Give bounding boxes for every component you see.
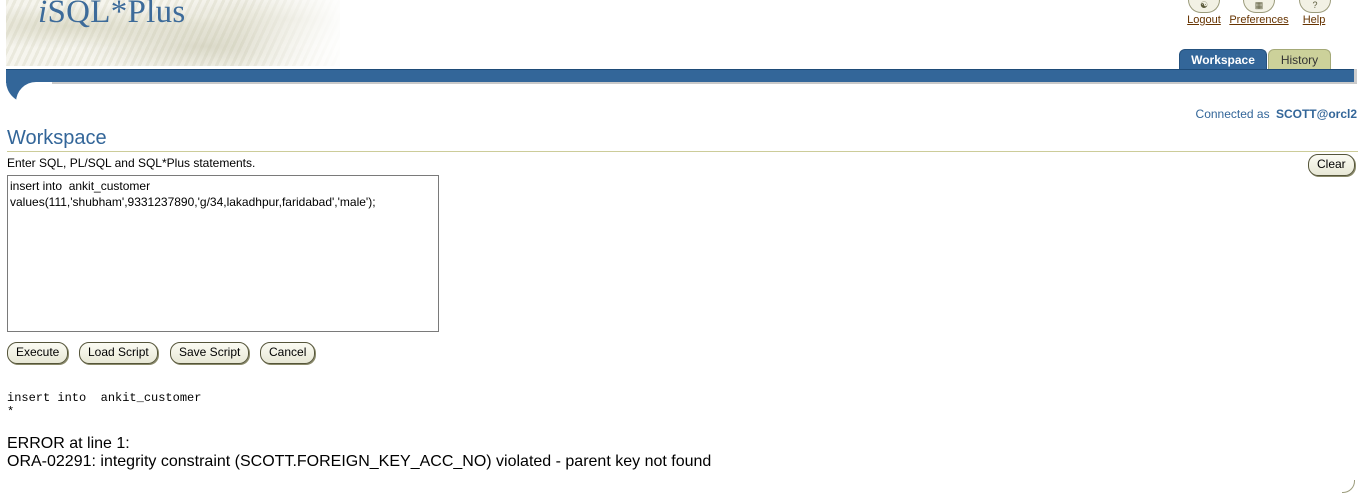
cancel-button[interactable]: Cancel xyxy=(260,342,316,364)
help-link[interactable]: Help xyxy=(1299,14,1329,26)
preferences-link[interactable]: Preferences xyxy=(1229,14,1289,26)
tab-workspace[interactable]: Workspace xyxy=(1179,49,1267,71)
header-bar-shadow xyxy=(52,82,1357,84)
logout-link-group[interactable]: ☯ Logout xyxy=(1186,0,1222,26)
connection-status: Connected as SCOTT@orcl2 xyxy=(1196,107,1357,121)
app-logo: iSQL*Plus xyxy=(38,0,186,31)
save-script-button[interactable]: Save Script xyxy=(170,342,250,364)
execute-button[interactable]: Execute xyxy=(7,342,69,364)
help-link-group[interactable]: ? Help xyxy=(1299,0,1331,26)
connection-prefix: Connected as xyxy=(1195,107,1270,121)
logout-link[interactable]: Logout xyxy=(1186,14,1222,26)
footer-corner-decoration xyxy=(1342,480,1355,493)
logo-fade xyxy=(240,0,350,66)
instructions-text: Enter SQL, PL/SQL and SQL*Plus statement… xyxy=(7,156,256,170)
help-icon[interactable]: ? xyxy=(1299,0,1331,13)
preferences-link-group[interactable]: ▦ Preferences xyxy=(1229,0,1289,26)
error-message: ORA-02291: integrity constraint (SCOTT.F… xyxy=(7,453,712,470)
logout-icon[interactable]: ☯ xyxy=(1188,0,1220,13)
app-logo-text: SQL*Plus xyxy=(47,0,186,30)
load-script-button[interactable]: Load Script xyxy=(79,342,158,364)
connection-user: SCOTT@orcl2 xyxy=(1275,107,1357,121)
clear-button[interactable]: Clear xyxy=(1308,154,1355,176)
tab-history[interactable]: History xyxy=(1268,49,1331,71)
page-title: Workspace xyxy=(7,127,107,149)
global-header-bar xyxy=(6,69,1357,83)
output-echo-line: insert into ankit_customer xyxy=(7,391,202,405)
sql-input[interactable]: insert into ankit_customer values(111,'s… xyxy=(7,175,439,332)
header-bar-edge xyxy=(1354,69,1357,83)
title-divider xyxy=(7,151,1358,152)
error-heading: ERROR at line 1: xyxy=(7,435,130,452)
output-error-marker: * xyxy=(7,405,15,419)
preferences-icon[interactable]: ▦ xyxy=(1243,0,1275,13)
